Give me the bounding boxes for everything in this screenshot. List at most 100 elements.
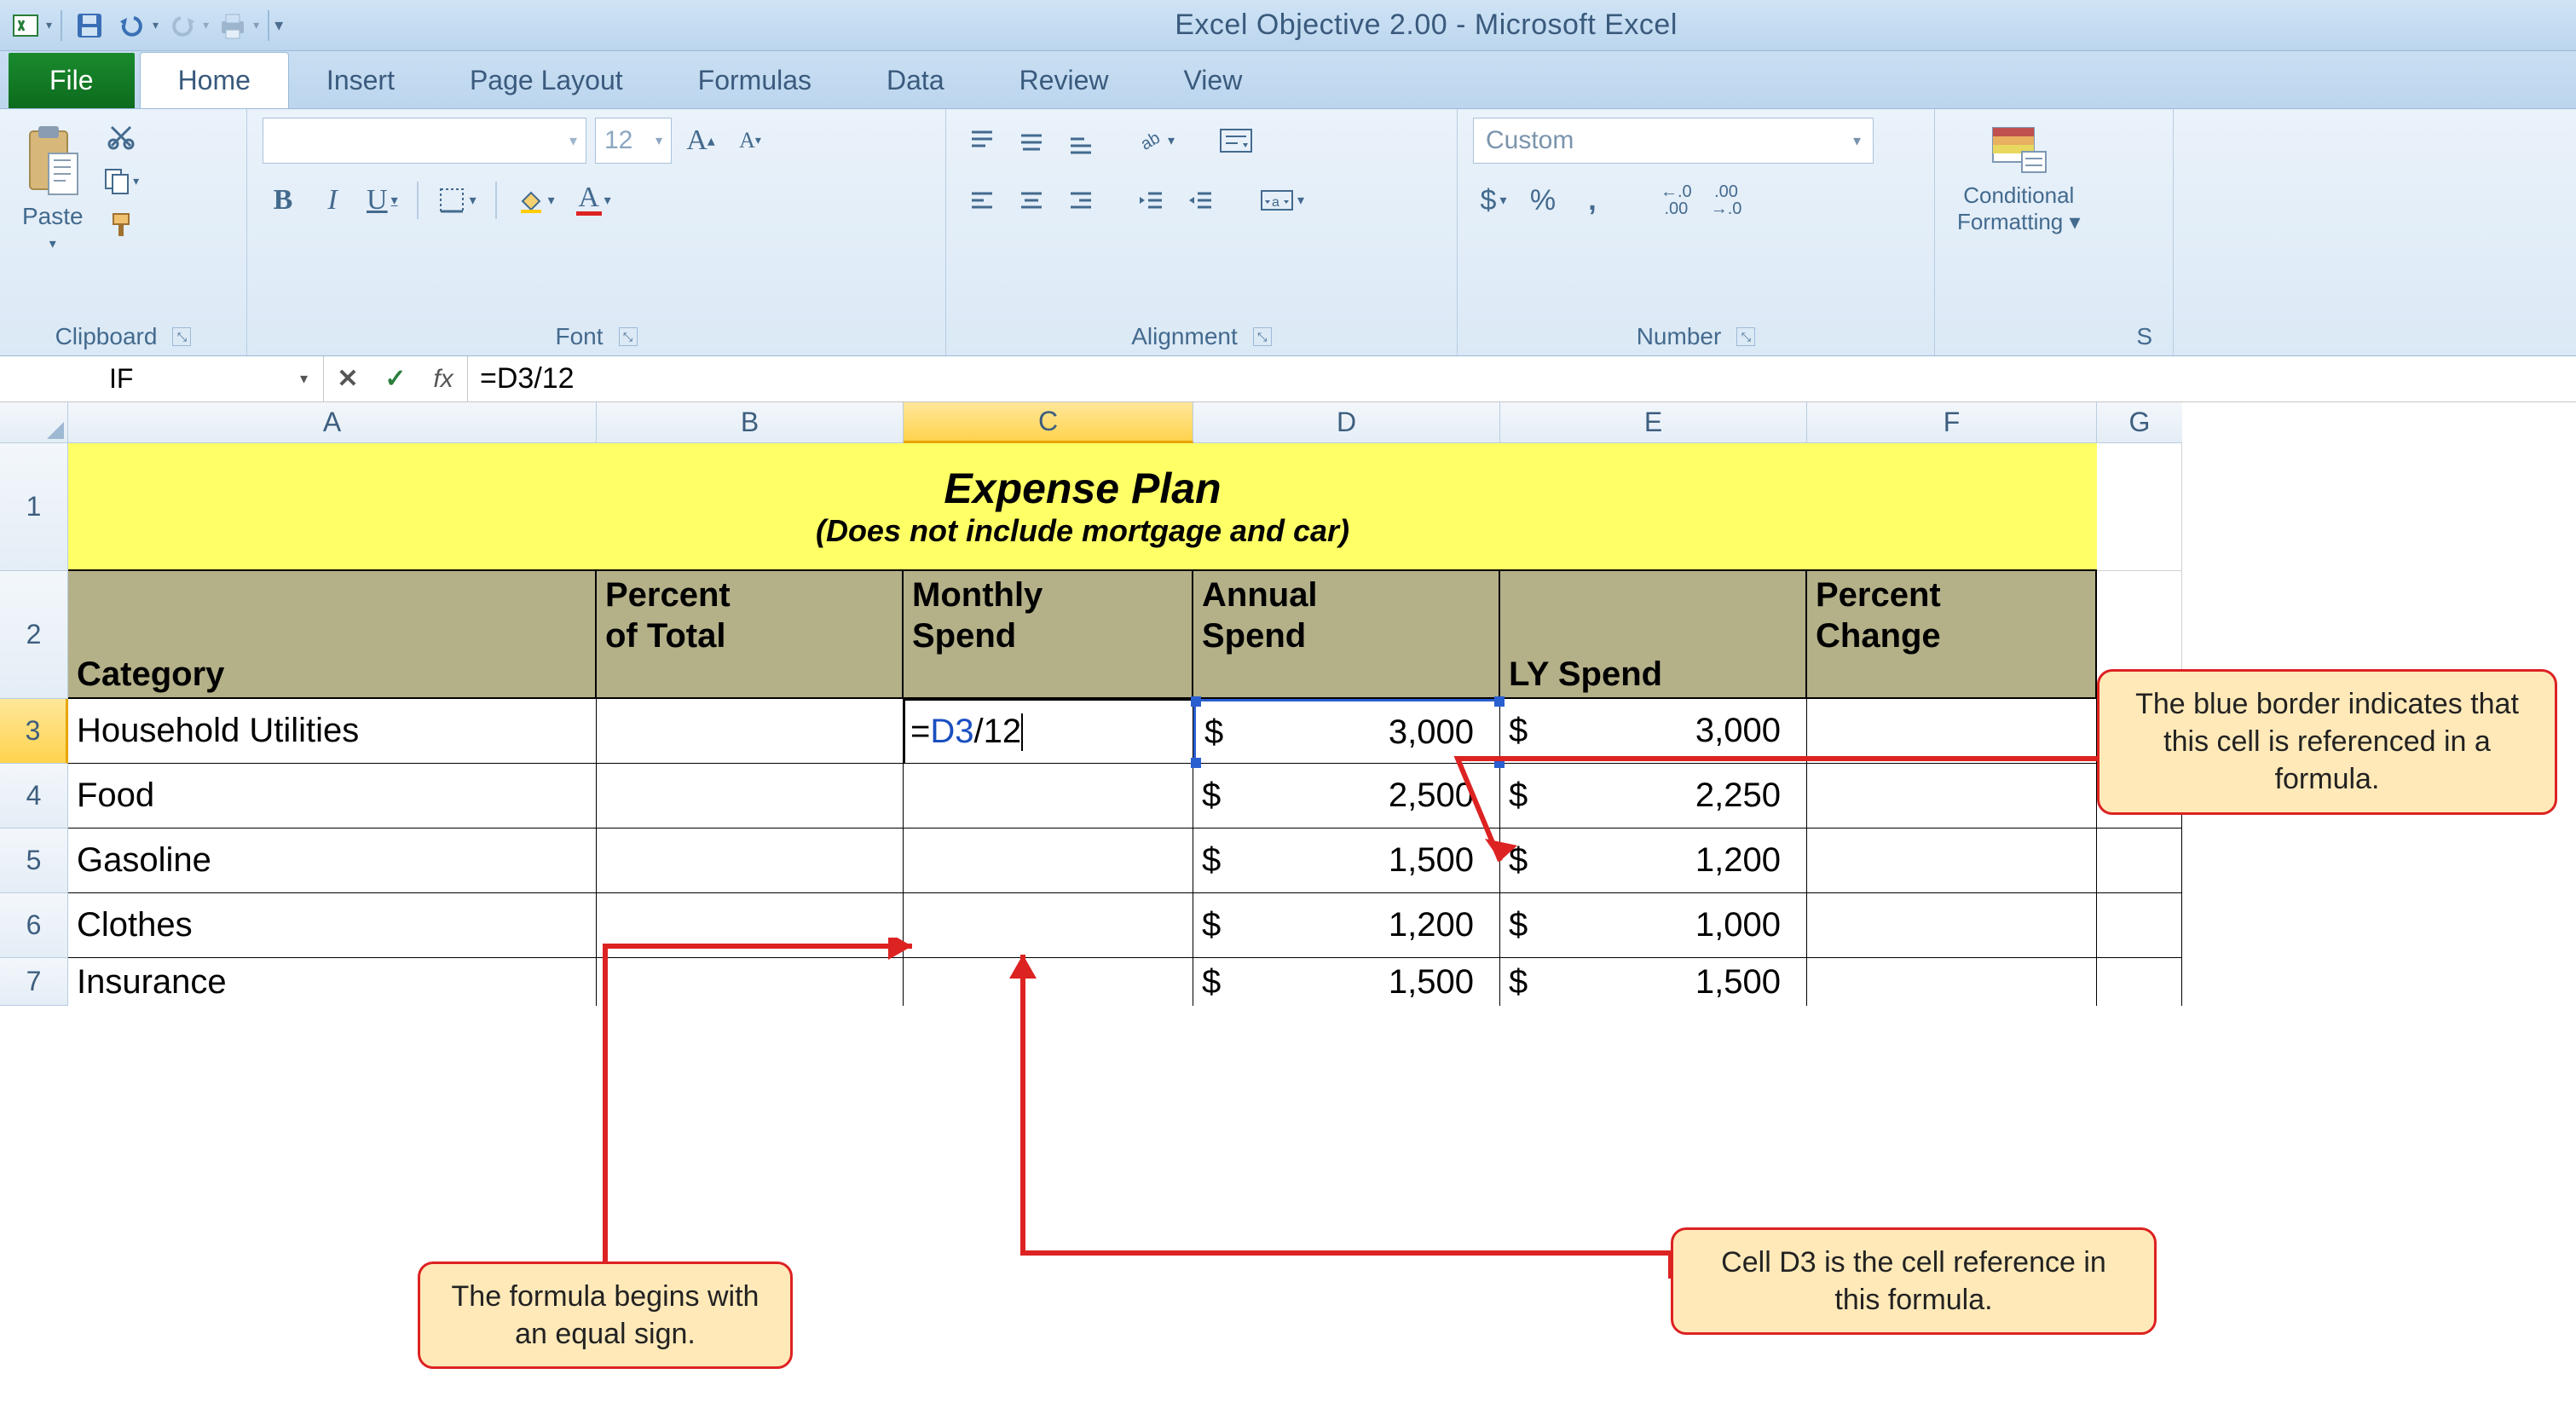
align-bottom-icon[interactable] (1060, 118, 1101, 164)
redo-icon[interactable] (164, 7, 201, 44)
col-header-D[interactable]: D (1193, 402, 1500, 443)
cell-A3[interactable]: Household Utilities (68, 699, 597, 764)
format-painter-icon[interactable] (101, 206, 142, 244)
redo-drop-icon[interactable]: ▾ (203, 18, 209, 32)
col-header-C[interactable]: C (904, 402, 1193, 443)
select-all-button[interactable] (0, 402, 68, 443)
col-header-E[interactable]: E (1500, 402, 1807, 443)
tab-data[interactable]: Data (849, 53, 982, 108)
comma-format-icon[interactable]: , (1572, 177, 1613, 223)
font-name-combo[interactable]: ▾ (263, 118, 586, 164)
cell-G1[interactable] (2097, 443, 2182, 571)
copy-icon[interactable]: ▾ (101, 162, 142, 199)
clipboard-launcher-icon[interactable]: ⤡ (172, 327, 191, 346)
cell-B4[interactable] (597, 764, 904, 829)
header-category[interactable]: Category (68, 571, 597, 699)
row-header-5[interactable]: 5 (0, 829, 68, 893)
increase-decimal-icon[interactable]: ←.0.00 (1655, 177, 1697, 223)
conditional-formatting-button[interactable]: Conditional Formatting ▾ (1950, 118, 2088, 240)
save-icon[interactable] (71, 7, 108, 44)
row-header-2[interactable]: 2 (0, 571, 68, 699)
print-drop-icon[interactable]: ▾ (253, 18, 259, 32)
fill-color-icon[interactable]: ▾ (511, 177, 560, 223)
cell-A5[interactable]: Gasoline (68, 829, 597, 893)
header-monthly-spend[interactable]: MonthlySpend (904, 571, 1193, 699)
formula-cancel-icon[interactable]: ✕ (324, 364, 372, 394)
qat-customize-icon[interactable]: ▾ (274, 14, 283, 36)
decrease-decimal-icon[interactable]: .00→.0 (1706, 177, 1747, 223)
row-header-1[interactable]: 1 (0, 443, 68, 571)
paste-drop-icon[interactable]: ▾ (49, 235, 56, 252)
tab-view[interactable]: View (1146, 53, 1280, 108)
cell-A4[interactable]: Food (68, 764, 597, 829)
font-launcher-icon[interactable]: ⤡ (619, 327, 638, 346)
grow-font-icon[interactable]: A▴ (680, 118, 721, 164)
excel-app-icon[interactable] (7, 7, 44, 44)
align-left-icon[interactable] (962, 177, 1002, 223)
undo-drop-icon[interactable]: ▾ (153, 18, 159, 32)
insert-function-icon[interactable]: fx (419, 365, 467, 394)
borders-icon[interactable]: ▾ (432, 177, 482, 223)
col-header-F[interactable]: F (1807, 402, 2097, 443)
arrow-1 (1449, 750, 2114, 886)
percent-format-icon[interactable]: % (1522, 177, 1563, 223)
tab-home[interactable]: Home (140, 52, 289, 108)
col-header-G[interactable]: G (2097, 402, 2182, 443)
app-menu-drop-icon[interactable]: ▾ (46, 18, 52, 32)
cut-icon[interactable] (101, 118, 142, 155)
paste-button[interactable]: Paste ▾ (15, 118, 90, 257)
col-header-A[interactable]: A (68, 402, 597, 443)
header-percent-change[interactable]: PercentChange (1807, 571, 2097, 699)
row-header-7[interactable]: 7 (0, 958, 68, 1006)
shrink-font-icon[interactable]: A▾ (730, 118, 771, 164)
cell-A6[interactable]: Clothes (68, 893, 597, 958)
tab-file[interactable]: File (9, 53, 135, 108)
cell-C5[interactable] (904, 829, 1193, 893)
undo-icon[interactable] (113, 7, 151, 44)
increase-indent-icon[interactable] (1180, 177, 1221, 223)
name-box[interactable]: IF ▾ (0, 356, 324, 401)
row-header-4[interactable]: 4 (0, 764, 68, 829)
italic-button[interactable]: I (312, 177, 353, 223)
formula-input[interactable]: =D3/12 (468, 356, 2576, 401)
cell-B3[interactable] (597, 699, 904, 764)
print-icon[interactable] (214, 7, 251, 44)
font-color-icon[interactable]: A▾ (569, 177, 609, 223)
col-header-B[interactable]: B (597, 402, 904, 443)
cell-G7[interactable] (2097, 958, 2182, 1006)
font-size-combo[interactable]: 12▾ (595, 118, 672, 164)
merge-center-icon[interactable]: a▾ (1255, 177, 1309, 223)
align-middle-icon[interactable] (1011, 118, 1052, 164)
tab-insert[interactable]: Insert (289, 53, 432, 108)
cell-B5[interactable] (597, 829, 904, 893)
bold-button[interactable]: B (263, 177, 303, 223)
row-header-3[interactable]: 3 (0, 699, 68, 764)
ribbon-tabs: File Home Insert Page Layout Formulas Da… (0, 51, 2576, 109)
number-launcher-icon[interactable]: ⤡ (1736, 327, 1755, 346)
orientation-icon[interactable]: ab▾ (1130, 118, 1180, 164)
tab-page-layout[interactable]: Page Layout (432, 53, 661, 108)
row-header-6[interactable]: 6 (0, 893, 68, 958)
number-format-combo[interactable]: Custom▾ (1473, 118, 1874, 164)
header-percent-total[interactable]: Percentof Total (597, 571, 904, 699)
header-annual-spend[interactable]: AnnualSpend (1193, 571, 1500, 699)
underline-button[interactable]: U▾ (361, 177, 403, 223)
alignment-launcher-icon[interactable]: ⤡ (1253, 327, 1272, 346)
align-center-icon[interactable] (1011, 177, 1052, 223)
wrap-text-icon[interactable] (1214, 118, 1258, 164)
accounting-format-icon[interactable]: $▾ (1473, 177, 1514, 223)
tab-review[interactable]: Review (982, 53, 1146, 108)
formula-enter-icon[interactable]: ✓ (372, 364, 419, 394)
cell-G6[interactable] (2097, 893, 2182, 958)
separator (495, 182, 497, 219)
header-ly-spend[interactable]: LY Spend (1500, 571, 1807, 699)
decrease-indent-icon[interactable] (1130, 177, 1171, 223)
cell-C4[interactable] (904, 764, 1193, 829)
title-cell[interactable]: Expense Plan (Does not include mortgage … (68, 443, 2097, 571)
cell-A7[interactable]: Insurance (68, 958, 597, 1006)
align-top-icon[interactable] (962, 118, 1002, 164)
cell-C3[interactable]: =D3/12 (904, 699, 1193, 764)
align-right-icon[interactable] (1060, 177, 1101, 223)
tab-formulas[interactable]: Formulas (661, 53, 849, 108)
ribbon-body: Paste ▾ ▾ Clipboard⤡ ▾ 12▾ A▴ A▾ B I U▾ (0, 109, 2576, 356)
